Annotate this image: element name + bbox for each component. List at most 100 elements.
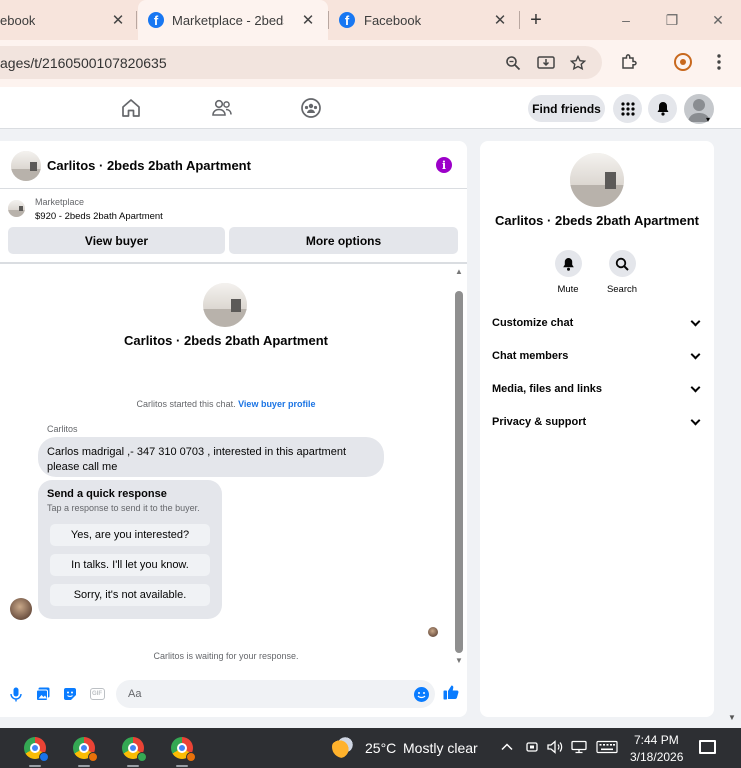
view-buyer-button[interactable]: View buyer (8, 227, 225, 254)
notification-center-icon[interactable] (699, 740, 716, 754)
groups-icon[interactable] (300, 97, 322, 119)
chevron-down-icon (690, 415, 701, 425)
tab-facebook-2[interactable]: f Facebook ✕ (330, 0, 520, 40)
profile-badge (88, 752, 98, 762)
chrome-taskbar-icon[interactable] (73, 737, 98, 762)
profile-badge (137, 752, 147, 762)
listing-price[interactable]: $920 - 2beds 2bath Apartment (35, 211, 163, 222)
close-tab-icon[interactable]: ✕ (108, 10, 128, 30)
chrome-taskbar-icon[interactable] (122, 737, 147, 762)
chevron-down-icon (690, 316, 701, 326)
temperature[interactable]: 25°C (365, 740, 396, 756)
quick-reply-button[interactable]: Sorry, it's not available. (50, 584, 210, 606)
message-bubble: Carlos madrigal ,- 347 310 0703 , intere… (38, 437, 384, 477)
more-options-button[interactable]: More options (229, 227, 458, 254)
bell-icon (554, 250, 582, 277)
scroll-up-arrow[interactable]: ▲ (454, 267, 464, 276)
quick-response-subtitle: Tap a response to send it to the buyer. (47, 503, 200, 513)
tab-title: ebook (0, 12, 36, 28)
omnibox[interactable]: ages/t/2160500107820635 (0, 46, 602, 79)
message-line: please call me (47, 461, 118, 473)
scrollbar-thumb[interactable] (455, 291, 463, 653)
sticker-icon[interactable] (62, 686, 78, 702)
quick-reply-button[interactable]: Yes, are you interested? (50, 524, 210, 546)
section-chat-members[interactable]: Chat members (492, 346, 702, 366)
chat-info-avatar (570, 153, 624, 207)
minimize-button[interactable]: – (614, 8, 638, 32)
tab-title: Marketplace - 2beds 2b (172, 12, 284, 28)
zoom-icon[interactable] (504, 54, 522, 72)
search-button[interactable]: Search (602, 250, 642, 295)
facebook-top-nav: Find friends ▾ (0, 87, 741, 129)
gif-icon[interactable]: GIF (88, 686, 106, 702)
listing-avatar[interactable] (11, 151, 41, 181)
message-input[interactable] (116, 680, 435, 708)
chrome-taskbar-icon[interactable] (171, 737, 196, 762)
menu-grid-icon[interactable] (613, 94, 642, 123)
scroll-down-arrow[interactable]: ▼ (454, 656, 464, 665)
notifications-icon[interactable] (648, 94, 677, 123)
running-indicator (127, 765, 139, 767)
mute-button[interactable]: Mute (548, 250, 588, 295)
close-tab-icon[interactable]: ✕ (490, 10, 510, 30)
clock-time[interactable]: 7:44 PM (634, 733, 679, 747)
bookmark-star-icon[interactable] (569, 54, 587, 72)
profile-icon[interactable] (673, 52, 693, 72)
chevron-down-icon[interactable]: ▾ (706, 115, 710, 124)
sender-name: Carlitos (47, 424, 78, 434)
tab-title: Facebook (364, 12, 422, 28)
weather-icon[interactable] (332, 736, 354, 758)
close-window-button[interactable]: ✕ (706, 8, 730, 32)
chrome-taskbar-icon[interactable] (24, 737, 49, 762)
facebook-icon: f (148, 12, 164, 28)
install-app-icon[interactable] (537, 54, 555, 72)
section-privacy-support[interactable]: Privacy & support (492, 412, 702, 432)
quick-response-title: Send a quick response (47, 488, 167, 500)
photo-icon[interactable] (35, 686, 51, 702)
info-icon[interactable]: i (436, 157, 452, 173)
started-text: Carlitos started this chat. (136, 399, 236, 409)
keyboard-icon[interactable] (596, 740, 618, 757)
sender-avatar[interactable] (10, 598, 32, 620)
mute-label: Mute (557, 284, 579, 295)
chevron-down-icon (690, 349, 701, 359)
microphone-icon[interactable] (8, 686, 24, 702)
emoji-icon[interactable] (414, 687, 429, 702)
home-icon[interactable] (120, 97, 142, 119)
section-label: Customize chat (492, 317, 574, 329)
section-label: Chat members (492, 350, 569, 362)
conversation-title[interactable]: Carlitos · 2beds 2bath Apartment (47, 158, 251, 173)
section-customize-chat[interactable]: Customize chat (492, 313, 702, 333)
close-tab-icon[interactable]: ✕ (298, 10, 318, 30)
url-text: ages/t/2160500107820635 (0, 55, 167, 71)
volume-icon[interactable] (547, 740, 563, 757)
quick-reply-button[interactable]: In talks. I'll let you know. (50, 554, 210, 576)
section-label: Media, files and links (492, 383, 603, 395)
friends-icon[interactable] (211, 97, 233, 119)
profile-badge (186, 752, 196, 762)
page-scroll-down-arrow[interactable]: ▼ (728, 713, 736, 722)
tab-marketplace[interactable]: f Marketplace - 2beds 2b ✕ (138, 0, 328, 40)
section-media-files-links[interactable]: Media, files and links (492, 379, 702, 399)
gif-label: GIF (89, 688, 105, 700)
like-thumb-icon[interactable] (443, 684, 459, 700)
quick-response-card: Send a quick response Tap a response to … (38, 480, 222, 619)
extensions-icon[interactable] (619, 52, 639, 72)
marketplace-label: Marketplace (35, 197, 85, 207)
new-tab-button[interactable]: + (524, 8, 548, 32)
tab-facebook-1[interactable]: ebook ✕ (0, 0, 136, 40)
weather-condition[interactable]: Mostly clear (403, 740, 478, 756)
meet-now-icon[interactable] (525, 740, 539, 757)
restore-button[interactable]: ❐ (660, 8, 684, 32)
search-icon (608, 250, 636, 277)
waiting-notice: Carlitos is waiting for your response. (153, 651, 299, 661)
chrome-menu-icon[interactable] (709, 52, 729, 72)
network-icon[interactable] (571, 740, 587, 757)
find-friends-button[interactable]: Find friends (528, 95, 605, 122)
clock-date[interactable]: 3/18/2026 (630, 750, 683, 764)
chat-info-name: Carlitos · 2beds 2bath Apartment (495, 213, 699, 228)
profile-badge (39, 752, 49, 762)
tray-chevron-up-icon[interactable] (500, 740, 514, 757)
chat-info-panel: Carlitos · 2beds 2bath Apartment Mute Se… (480, 141, 714, 717)
view-buyer-profile-link[interactable]: View buyer profile (238, 399, 315, 409)
